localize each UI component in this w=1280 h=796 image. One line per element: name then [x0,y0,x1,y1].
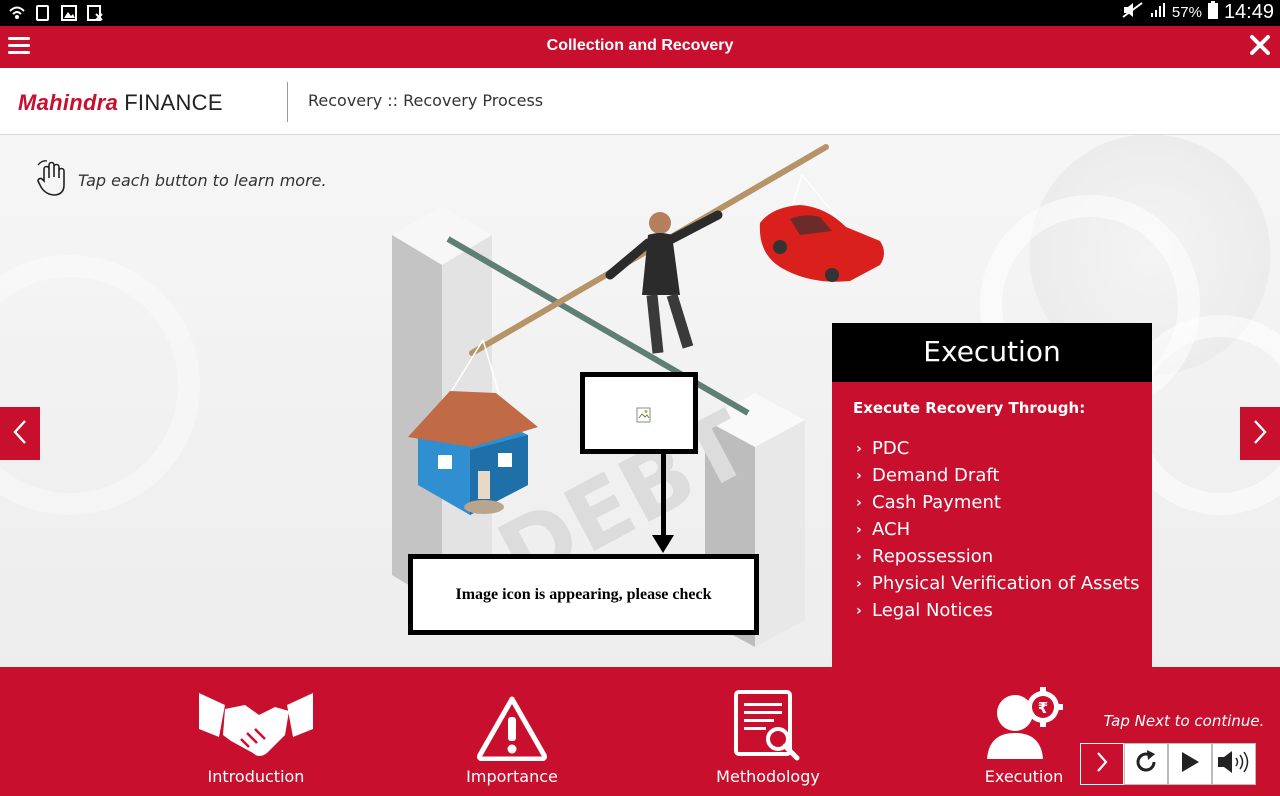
list-item-label: Repossession [872,546,994,567]
tab-importance[interactable]: Importance [432,677,592,789]
chevron-right-icon: › [856,440,862,457]
list-item-label: Physical Verification of Assets [872,573,1140,594]
annotation-highlight-box [580,372,698,454]
annotation-arrowhead [652,535,674,553]
image-notification-icon [60,4,78,22]
battery-icon [1207,1,1218,24]
breadcrumb: Recovery :: Recovery Process [308,91,544,110]
logo-brand: Mahindra [18,90,119,115]
list-item-label: Demand Draft [872,465,1000,486]
replay-button[interactable] [1124,743,1168,785]
background-decoration [0,255,200,515]
mute-icon [1122,2,1144,23]
logo: Mahindra FINANCE [18,90,223,116]
chevron-left-icon [12,419,28,449]
page-header: Mahindra FINANCE Recovery :: Recovery Pro… [0,68,1280,135]
list-item: › Legal Notices [856,597,1139,624]
bottom-bar: Introduction Importance Methodology ₹ Ex… [0,667,1280,796]
annotation-note: Image icon is appearing, please check [408,554,759,635]
logo-finance: FINANCE [124,90,223,115]
list-item: › PDC [856,435,1139,462]
chevron-right-icon: › [856,521,862,538]
tab-introduction[interactable]: Introduction [176,677,336,789]
close-icon[interactable] [1249,34,1271,56]
next-slide-button[interactable] [1240,407,1280,460]
panel-subtitle: Execute Recovery Through: [853,399,1086,417]
chevron-right-icon: › [856,602,862,619]
list-item: › Physical Verification of Assets [856,570,1139,597]
recovery-methods-list: › PDC › Demand Draft › Cash Payment › ACH › R… [856,435,1139,624]
tap-hand-icon [36,159,70,201]
handshake-icon [176,677,336,761]
signal-icon [1150,2,1166,23]
play-icon [1180,751,1200,777]
chevron-right-icon: › [856,494,862,511]
chevron-right-icon [1252,419,1268,449]
list-item-label: Legal Notices [872,600,993,621]
previous-button[interactable] [0,407,40,460]
next-button[interactable] [1080,743,1124,785]
list-item: › Repossession [856,543,1139,570]
chevron-right-icon: › [856,467,862,484]
list-item: › Cash Payment [856,489,1139,516]
tab-label: Methodology [716,767,820,786]
tab-label: Introduction [207,767,305,786]
clock: 14:49 [1223,1,1274,23]
list-item: › ACH [856,516,1139,543]
battery-percent: 57% [1171,4,1202,21]
list-item: › Demand Draft [856,462,1139,489]
replay-icon [1133,749,1159,779]
broken-image-icon [636,407,652,423]
sim-icon [86,4,104,22]
play-button[interactable] [1168,743,1212,785]
volume-icon [1217,750,1251,778]
annotation-arrow [661,454,666,538]
tab-methodology[interactable]: Methodology [688,677,848,789]
chevron-right-icon: › [856,548,862,565]
list-item-label: Cash Payment [872,492,1001,513]
chevron-right-icon [1095,751,1109,777]
instruction-hint: Tap each button to learn more. [36,159,327,201]
svg-text:₹: ₹ [1038,699,1048,717]
chevron-right-icon: › [856,575,862,592]
wifi-icon [8,4,26,22]
document-search-icon [688,677,848,761]
player-controls [1080,743,1256,785]
tap-next-hint: Tap Next to continue. [1103,712,1265,730]
list-item-label: PDC [872,438,910,459]
execution-panel: Execution Execute Recovery Through: › PDC… [832,323,1152,667]
panel-title: Execution [832,323,1152,382]
warning-icon [432,677,592,761]
status-bar: 57% 14:49 [0,0,1280,26]
list-item-label: ACH [872,519,911,540]
app-title: Collection and Recovery [546,37,734,54]
header-divider [287,82,288,122]
app-bar: Collection and Recovery [0,26,1280,68]
hint-text: Tap each button to learn more. [78,170,327,190]
device-icon [34,4,52,22]
volume-button[interactable] [1212,743,1256,785]
content-stage: Tap each button to learn more. DEBT Exec… [0,135,1280,667]
tab-label: Importance [466,767,558,786]
